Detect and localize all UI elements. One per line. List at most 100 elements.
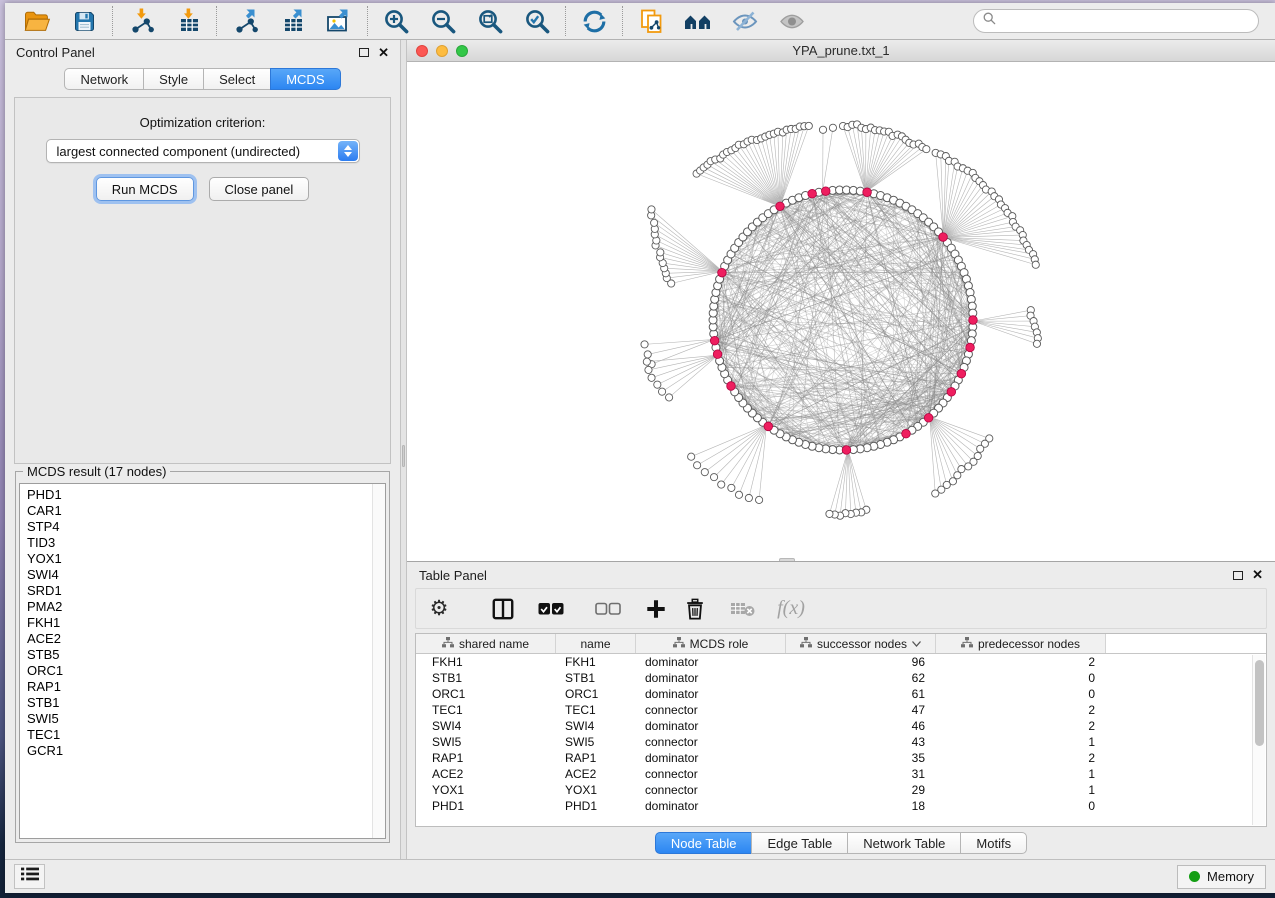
mcds-result-item[interactable]: STB1 <box>27 695 365 711</box>
zoom-in-icon[interactable] <box>381 6 411 36</box>
table-cell: 18 <box>786 799 936 813</box>
table-row[interactable]: TEC1TEC1connector472 <box>416 702 1266 718</box>
float-panel-icon[interactable] <box>359 48 369 57</box>
show-all-icon[interactable] <box>777 6 807 36</box>
open-file-icon[interactable] <box>22 6 52 36</box>
table-cell: FKH1 <box>416 655 556 669</box>
mcds-result-item[interactable]: TEC1 <box>27 727 365 743</box>
mcds-result-item[interactable]: SRD1 <box>27 583 365 599</box>
zoom-fit-icon[interactable] <box>475 6 505 36</box>
table-cell: STB1 <box>556 671 636 685</box>
table-cell: SWI4 <box>416 719 556 733</box>
column-header-shared-name[interactable]: shared name <box>416 634 556 653</box>
tab-style[interactable]: Style <box>143 68 203 90</box>
import-network-icon[interactable] <box>126 6 156 36</box>
table-tabs: Node TableEdge TableNetwork TableMotifs <box>407 827 1275 859</box>
import-table-icon[interactable] <box>173 6 203 36</box>
function-builder-icon: f(x) <box>778 596 804 622</box>
mcds-result-item[interactable]: SWI5 <box>27 711 365 727</box>
table-scrollbar[interactable] <box>1252 655 1265 825</box>
table-scrollbar-thumb[interactable] <box>1255 660 1264 746</box>
column-header-name[interactable]: name <box>556 634 636 653</box>
network-title: YPA_prune.txt_1 <box>407 43 1275 58</box>
mcds-result-item[interactable]: CAR1 <box>27 503 365 519</box>
memory-status-icon <box>1189 871 1200 882</box>
mcds-result-item[interactable]: PMA2 <box>27 599 365 615</box>
mcds-result-item[interactable]: TID3 <box>27 535 365 551</box>
column-header-predecessor-nodes[interactable]: predecessor nodes <box>936 634 1106 653</box>
mcds-result-item[interactable]: ORC1 <box>27 663 365 679</box>
tab-network-table[interactable]: Network Table <box>847 832 960 854</box>
save-session-icon[interactable] <box>69 6 99 36</box>
settings-gear-icon[interactable]: ⚙ <box>426 596 452 622</box>
zoom-out-icon[interactable] <box>428 6 458 36</box>
hierarchy-icon <box>961 637 973 651</box>
table-row[interactable]: ACE2ACE2connector311 <box>416 766 1266 782</box>
search-field[interactable] <box>973 9 1259 33</box>
task-history-button[interactable] <box>14 864 45 889</box>
minimize-window-icon[interactable] <box>436 45 448 57</box>
tab-motifs[interactable]: Motifs <box>960 832 1027 854</box>
column-header-MCDS-role[interactable]: MCDS role <box>636 634 786 653</box>
mcds-result-box: MCDS result (17 nodes) PHD1CAR1STP4TID3Y… <box>15 471 390 843</box>
network-canvas[interactable] <box>407 62 1275 561</box>
memory-button[interactable]: Memory <box>1177 865 1266 889</box>
run-mcds-button[interactable]: Run MCDS <box>96 177 194 201</box>
toggle-panel-icon[interactable] <box>490 596 516 622</box>
mcds-list-scrollbar[interactable] <box>372 484 385 838</box>
maximize-window-icon[interactable] <box>456 45 468 57</box>
hierarchy-icon <box>442 637 454 651</box>
mcds-result-item[interactable]: PHD1 <box>27 487 365 503</box>
mcds-result-item[interactable]: YOX1 <box>27 551 365 567</box>
table-row[interactable]: STB1STB1dominator620 <box>416 670 1266 686</box>
network-graph[interactable] <box>407 62 1275 561</box>
tab-network[interactable]: Network <box>64 68 143 90</box>
table-row[interactable]: PHD1PHD1dominator180 <box>416 798 1266 814</box>
column-header-successor-nodes[interactable]: successor nodes <box>786 634 936 653</box>
mcds-result-item[interactable]: SWI4 <box>27 567 365 583</box>
tab-edge-table[interactable]: Edge Table <box>751 832 847 854</box>
export-image-icon[interactable] <box>324 6 354 36</box>
splitter-handle[interactable] <box>402 445 405 467</box>
table-row[interactable]: SWI5SWI5connector431 <box>416 734 1266 750</box>
select-all-icon[interactable] <box>529 596 573 622</box>
panel-splitter[interactable] <box>400 40 407 859</box>
tab-node-table[interactable]: Node Table <box>655 832 752 854</box>
close-table-panel-icon[interactable]: ✕ <box>1252 570 1263 580</box>
close-panel-button[interactable]: Close panel <box>209 177 310 201</box>
horizontal-splitter-handle[interactable] <box>779 558 795 561</box>
hide-selected-icon[interactable] <box>730 6 760 36</box>
search-input[interactable] <box>1002 14 1249 29</box>
table-row[interactable]: RAP1RAP1dominator352 <box>416 750 1266 766</box>
table-cell: 29 <box>786 783 936 797</box>
mcds-result-item[interactable]: FKH1 <box>27 615 365 631</box>
first-neighbors-icon[interactable] <box>683 6 713 36</box>
add-column-icon[interactable] <box>643 596 669 622</box>
table-row[interactable]: YOX1YOX1connector291 <box>416 782 1266 798</box>
float-table-panel-icon[interactable] <box>1233 571 1243 580</box>
table-row[interactable]: ORC1ORC1dominator610 <box>416 686 1266 702</box>
mcds-result-item[interactable]: ACE2 <box>27 631 365 647</box>
deselect-all-icon[interactable] <box>586 596 630 622</box>
main-toolbar <box>5 3 1275 40</box>
table-cell: TEC1 <box>556 703 636 717</box>
clone-network-icon[interactable] <box>636 6 666 36</box>
table-cell: connector <box>636 783 786 797</box>
mcds-result-item[interactable]: STP4 <box>27 519 365 535</box>
export-table-icon[interactable] <box>277 6 307 36</box>
delete-column-icon[interactable] <box>682 596 708 622</box>
refresh-layout-icon[interactable] <box>579 6 609 36</box>
tab-select[interactable]: Select <box>203 68 270 90</box>
table-row[interactable]: FKH1FKH1dominator962 <box>416 654 1266 670</box>
table-row[interactable]: SWI4SWI4dominator462 <box>416 718 1266 734</box>
optimization-select[interactable]: largest connected component (undirected) <box>46 139 360 163</box>
close-window-icon[interactable] <box>416 45 428 57</box>
close-panel-icon[interactable]: ✕ <box>378 48 389 58</box>
mcds-result-item[interactable]: STB5 <box>27 647 365 663</box>
zoom-selected-icon[interactable] <box>522 6 552 36</box>
export-network-icon[interactable] <box>230 6 260 36</box>
tab-mcds[interactable]: MCDS <box>270 68 340 90</box>
mcds-result-item[interactable]: RAP1 <box>27 679 365 695</box>
table-cell: 0 <box>936 799 1106 813</box>
mcds-result-item[interactable]: GCR1 <box>27 743 365 759</box>
